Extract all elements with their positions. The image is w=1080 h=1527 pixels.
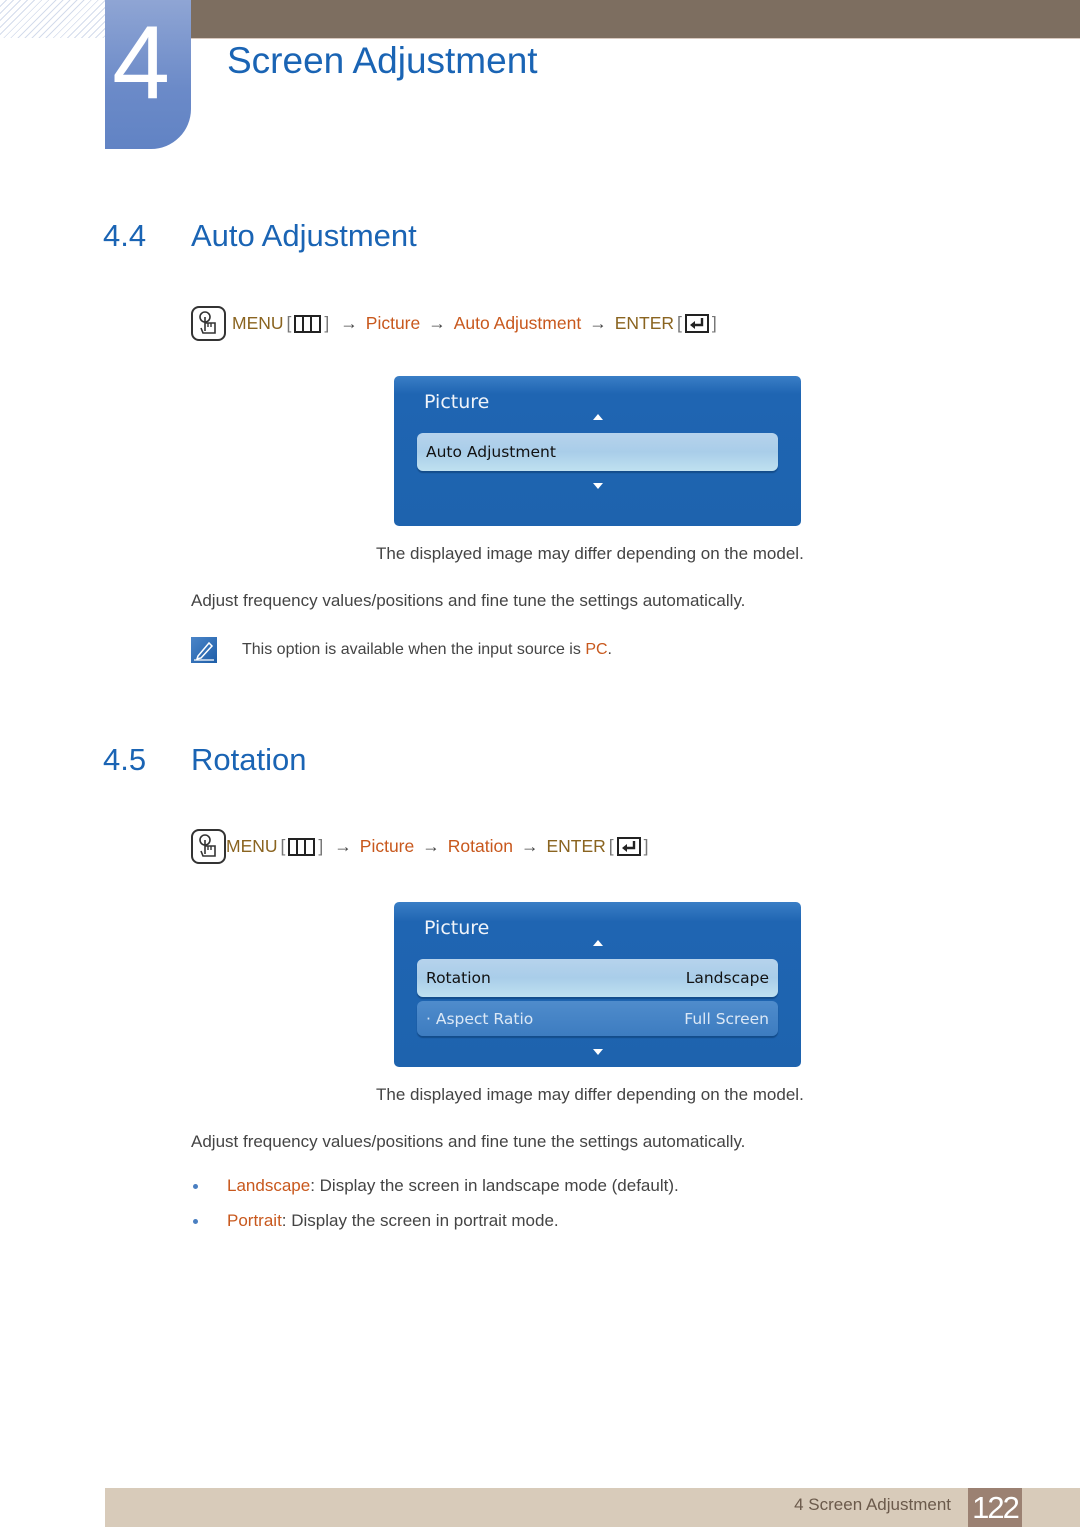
section-title: Auto Adjustment bbox=[191, 218, 417, 253]
menu-step-rotation: Rotation bbox=[447, 836, 513, 856]
note: This option is available when the input … bbox=[191, 637, 612, 663]
enter-button-icon bbox=[616, 837, 641, 856]
scroll-up-icon[interactable] bbox=[593, 940, 603, 946]
menu-label: MENU bbox=[232, 313, 284, 333]
menu-button-icon bbox=[288, 837, 316, 856]
bullet-text: : Display the screen in landscape mode (… bbox=[310, 1176, 679, 1195]
bullet-item-landscape: Landscape: Display the screen in landsca… bbox=[193, 1176, 679, 1196]
arrow-icon: → bbox=[428, 313, 446, 333]
osd-title: Picture bbox=[424, 391, 490, 413]
enter-label: ENTER bbox=[614, 313, 675, 333]
menu-step-auto-adjustment: Auto Adjustment bbox=[453, 313, 582, 333]
osd-item-label: Rotation bbox=[426, 969, 491, 987]
osd-item-label: · Aspect Ratio bbox=[426, 1009, 534, 1028]
osd-item-rotation[interactable]: Rotation Landscape bbox=[417, 959, 778, 997]
menu-label: MENU bbox=[226, 836, 278, 856]
arrow-icon: → bbox=[334, 836, 352, 856]
bracket-close: ] bbox=[318, 836, 324, 856]
bullet-term: Portrait bbox=[227, 1211, 282, 1230]
menu-button-icon bbox=[294, 314, 322, 333]
header-bar bbox=[190, 0, 1080, 38]
arrow-icon: → bbox=[589, 313, 607, 333]
bullet-dot bbox=[193, 1218, 198, 1224]
bracket-open: [ bbox=[677, 313, 682, 333]
osd-item-value: Landscape bbox=[685, 969, 769, 987]
menu-step-picture: Picture bbox=[359, 836, 415, 856]
bullet-dot bbox=[193, 1183, 198, 1189]
scroll-down-icon[interactable] bbox=[593, 1049, 603, 1055]
note-text: This option is available when the input … bbox=[242, 641, 586, 658]
enter-button-icon bbox=[684, 314, 709, 333]
image-caption: The displayed image may differ depending… bbox=[376, 1085, 804, 1104]
section-number: 4.4 bbox=[103, 218, 147, 253]
remote-hand-icon bbox=[191, 306, 226, 341]
section-number: 4.5 bbox=[103, 742, 147, 777]
bullet-item-portrait: Portrait: Display the screen in portrait… bbox=[193, 1211, 559, 1231]
bullet-text: : Display the screen in portrait mode. bbox=[281, 1211, 559, 1230]
page-number: 122 bbox=[968, 1488, 1022, 1527]
osd-item-label: Auto Adjustment bbox=[426, 443, 556, 461]
image-caption: The displayed image may differ depending… bbox=[376, 544, 804, 563]
menu-path-rotation: MENU [ ] → Picture → Rotation → ENTER [ … bbox=[191, 829, 652, 864]
bracket-open: [ bbox=[608, 836, 614, 856]
section-description: Adjust frequency values/positions and fi… bbox=[191, 591, 746, 610]
section-title: Rotation bbox=[191, 742, 307, 777]
scroll-down-icon[interactable] bbox=[593, 483, 603, 489]
menu-path-auto-adjustment: MENU [ ] → Picture → Auto Adjustment → E… bbox=[191, 306, 720, 341]
section-heading-rotation: 4.5 Rotation bbox=[103, 742, 306, 778]
footer-chapter-label: 4 Screen Adjustment bbox=[794, 1495, 951, 1514]
arrow-icon: → bbox=[422, 836, 440, 856]
bracket-close: ] bbox=[643, 836, 649, 856]
section-description: Adjust frequency values/positions and fi… bbox=[191, 1132, 746, 1151]
bracket-close: ] bbox=[711, 313, 717, 333]
chapter-number: 4 bbox=[112, 5, 170, 121]
note-suffix: . bbox=[607, 641, 612, 658]
menu-step-picture: Picture bbox=[365, 313, 421, 333]
osd-item-aspect-ratio[interactable]: · Aspect Ratio Full Screen bbox=[417, 1001, 778, 1036]
enter-label: ENTER bbox=[546, 836, 606, 856]
bullet-term: Landscape bbox=[227, 1176, 311, 1195]
arrow-icon: → bbox=[340, 313, 358, 333]
bracket-close: ] bbox=[324, 313, 330, 333]
bracket-open: [ bbox=[286, 313, 292, 333]
note-highlight: PC bbox=[585, 641, 608, 658]
arrow-icon: → bbox=[520, 836, 539, 856]
note-pencil-icon bbox=[191, 637, 217, 663]
scroll-up-icon[interactable] bbox=[593, 414, 603, 420]
section-heading-auto-adjustment: 4.4 Auto Adjustment bbox=[103, 218, 417, 254]
osd-menu-rotation: Picture Rotation Landscape · Aspect Rati… bbox=[394, 902, 801, 1067]
osd-item-auto-adjustment[interactable]: Auto Adjustment bbox=[417, 433, 778, 471]
chapter-title: Screen Adjustment bbox=[227, 40, 538, 81]
bracket-open: [ bbox=[280, 836, 286, 856]
remote-hand-icon bbox=[191, 829, 226, 864]
header-hatch-pattern bbox=[0, 0, 105, 38]
osd-menu-auto-adjustment: Picture Auto Adjustment bbox=[394, 376, 801, 526]
osd-item-value: Full Screen bbox=[684, 1009, 769, 1028]
osd-title: Picture bbox=[424, 917, 490, 939]
header-divider bbox=[190, 38, 1080, 39]
